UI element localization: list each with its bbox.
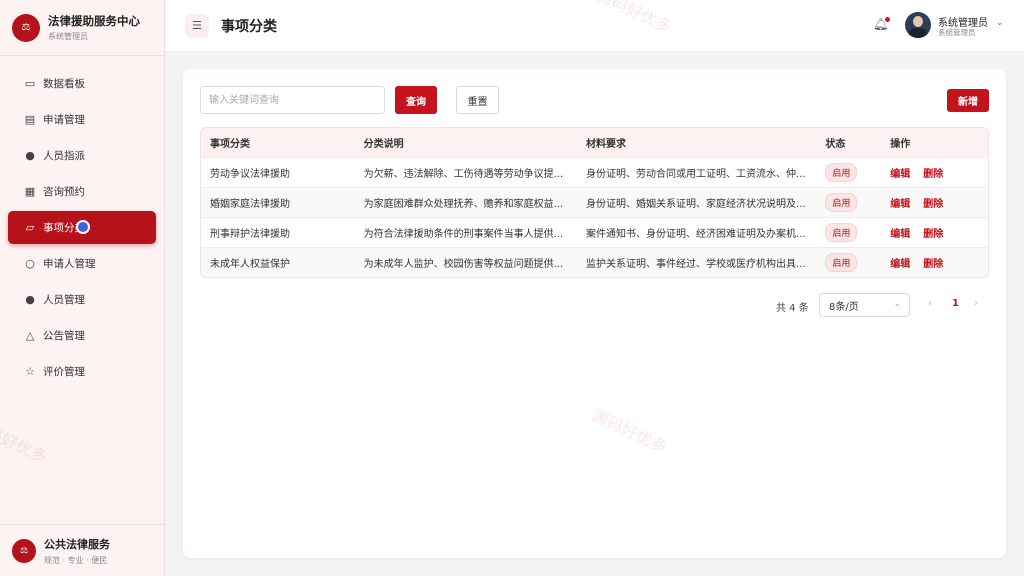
cell-category: 刑事辩护法律援助 xyxy=(210,229,290,240)
category-table: 事项分类 分类说明 材料要求 状态 操作 劳动争议法律援助 为欠薪、违法解除、工… xyxy=(200,127,989,278)
bell-icon: △ xyxy=(25,329,35,342)
sidebar-footer: ⚖ 公共法律服务 规范 · 专业 · 便民 xyxy=(0,524,164,576)
page-size-value: 8条/页 xyxy=(829,301,859,313)
cell-description: 为家庭困难群众处理抚养、赡养和家庭权益... xyxy=(363,199,564,210)
cursor-indicator xyxy=(76,220,90,234)
scale-logo-icon: ⚖ xyxy=(12,538,36,563)
top-header: ☰ 事项分类 🔔︎ 系统管理员 系统管理员 ⌄ xyxy=(165,0,1024,52)
sidebar-item-categories[interactable]: ▱ 事项分类 xyxy=(8,211,156,244)
delete-link[interactable]: 删除 xyxy=(923,165,943,180)
add-button[interactable]: 新增 xyxy=(947,89,989,112)
cell-category: 劳动争议法律援助 xyxy=(210,169,290,180)
sidebar-item-label: 人员管理 xyxy=(43,294,85,306)
sidebar-item-label: 人员指派 xyxy=(43,150,85,162)
sidebar-item-applications[interactable]: ▤ 申请管理 xyxy=(8,103,156,136)
sidebar-item-dashboard[interactable]: ▭ 数据看板 xyxy=(8,67,156,100)
scale-logo-icon: ⚖ xyxy=(12,13,40,42)
sidebar-item-label: 数据看板 xyxy=(43,78,85,90)
monitor-icon: ▭ xyxy=(24,77,36,90)
edit-link[interactable]: 编辑 xyxy=(890,165,910,180)
brand: ⚖ 法律援助服务中心 系统管理员 xyxy=(0,0,164,56)
footer-subtitle: 规范 · 专业 · 便民 xyxy=(44,555,108,565)
avatar[interactable] xyxy=(905,12,931,38)
cell-category: 未成年人权益保护 xyxy=(210,259,290,270)
delete-link[interactable]: 删除 xyxy=(923,255,943,270)
column-header: 材料要求 xyxy=(586,139,627,150)
cell-materials: 监护关系证明、事件经过、学校或医疗机构出具... xyxy=(586,259,806,270)
column-header: 操作 xyxy=(890,139,911,150)
table-row: 刑事辩护法律援助 为符合法律援助条件的刑事案件当事人提供... 案件通知书、身份… xyxy=(201,217,988,247)
table-row: 劳动争议法律援助 为欠薪、违法解除、工伤待遇等劳动争议提... 身份证明、劳动合… xyxy=(201,157,988,187)
prev-page-icon[interactable]: ‹ xyxy=(928,298,932,309)
page-number[interactable]: 1 xyxy=(952,298,959,309)
status-badge: 启用 xyxy=(825,253,858,272)
pagination: 共 4 条 8条/页 ⌄ ‹ 1 › xyxy=(183,293,1006,317)
sidebar-item-label: 评价管理 xyxy=(43,366,85,378)
user-icon: ● xyxy=(25,149,35,162)
cell-materials: 案件通知书、身份证明、经济困难证明及办案机... xyxy=(586,229,806,240)
footer-title: 公共法律服务 xyxy=(44,537,110,551)
sidebar-item-staff[interactable]: ● 人员管理 xyxy=(8,283,156,316)
cell-description: 为欠薪、违法解除、工伤待遇等劳动争议提... xyxy=(363,169,564,180)
sidebar-item-label: 公告管理 xyxy=(43,330,85,342)
chevron-down-icon: ⌄ xyxy=(893,299,901,309)
star-icon: ☆ xyxy=(25,365,35,378)
person-outline-icon: ○ xyxy=(25,257,35,270)
cell-materials: 身份证明、劳动合同或用工证明、工资流水、仲... xyxy=(586,169,806,180)
search-input[interactable] xyxy=(200,86,385,114)
user-role: 系统管理员 xyxy=(938,28,976,37)
cell-category: 婚姻家庭法律援助 xyxy=(210,199,290,210)
user-icon: ● xyxy=(25,293,35,306)
page-title: 事项分类 xyxy=(221,18,277,35)
menu-toggle-icon[interactable]: ☰ xyxy=(185,13,209,38)
sidebar-item-applicants[interactable]: ○ 申请人管理 xyxy=(8,247,156,280)
next-page-icon[interactable]: › xyxy=(974,298,978,309)
sidebar-item-announcements[interactable]: △ 公告管理 xyxy=(8,319,156,352)
sidebar-item-consultation[interactable]: ▦ 咨询预约 xyxy=(8,175,156,208)
cell-description: 为未成年人监护、校园伤害等权益问题提供... xyxy=(363,259,564,270)
edit-link[interactable]: 编辑 xyxy=(890,255,910,270)
page-size-select[interactable]: 8条/页 ⌄ xyxy=(819,293,910,317)
sidebar: ⚖ 法律援助服务中心 系统管理员 ▭ 数据看板 ▤ 申请管理 ● 人员指派 ▦ … xyxy=(0,0,165,576)
column-header: 状态 xyxy=(825,139,846,150)
brand-subtitle: 系统管理员 xyxy=(48,31,88,41)
document-icon: ▤ xyxy=(24,113,36,126)
reset-button[interactable]: 重置 xyxy=(456,86,499,114)
chevron-down-icon[interactable]: ⌄ xyxy=(996,18,1004,28)
table-header: 事项分类 分类说明 材料要求 状态 操作 xyxy=(201,128,988,157)
sidebar-item-label: 申请管理 xyxy=(43,114,85,126)
sidebar-nav: ▭ 数据看板 ▤ 申请管理 ● 人员指派 ▦ 咨询预约 ▱ 事项分类 ○ 申请人… xyxy=(0,56,164,388)
table-row: 婚姻家庭法律援助 为家庭困难群众处理抚养、赡养和家庭权益... 身份证明、婚姻关… xyxy=(201,187,988,217)
edit-link[interactable]: 编辑 xyxy=(890,195,910,210)
notification-badge xyxy=(885,17,890,22)
status-badge: 启用 xyxy=(825,193,858,212)
column-header: 事项分类 xyxy=(210,139,250,150)
delete-link[interactable]: 删除 xyxy=(923,195,943,210)
status-badge: 启用 xyxy=(825,163,858,182)
sidebar-item-assignment[interactable]: ● 人员指派 xyxy=(8,139,156,172)
sidebar-item-reviews[interactable]: ☆ 评价管理 xyxy=(8,355,156,388)
status-badge: 启用 xyxy=(825,223,858,242)
calendar-icon: ▦ xyxy=(24,185,36,198)
cell-materials: 身份证明、婚姻关系证明、家庭经济状况说明及... xyxy=(586,199,806,210)
brand-title: 法律援助服务中心 xyxy=(48,13,140,28)
sidebar-item-label: 咨询预约 xyxy=(43,186,85,198)
cell-description: 为符合法律援助条件的刑事案件当事人提供... xyxy=(363,229,564,240)
total-count: 共 4 条 xyxy=(776,303,809,314)
table-row: 未成年人权益保护 为未成年人监护、校园伤害等权益问题提供... 监护关系证明、事… xyxy=(201,247,988,277)
column-header: 分类说明 xyxy=(363,139,404,150)
sidebar-item-label: 申请人管理 xyxy=(43,258,96,270)
query-button[interactable]: 查询 xyxy=(395,86,437,114)
category-card: 查询 重置 新增 事项分类 分类说明 材料要求 状态 操作 劳动争议法律援助 为… xyxy=(183,69,1006,558)
edit-link[interactable]: 编辑 xyxy=(890,225,910,240)
folder-icon: ▱ xyxy=(25,221,35,234)
delete-link[interactable]: 删除 xyxy=(923,225,943,240)
